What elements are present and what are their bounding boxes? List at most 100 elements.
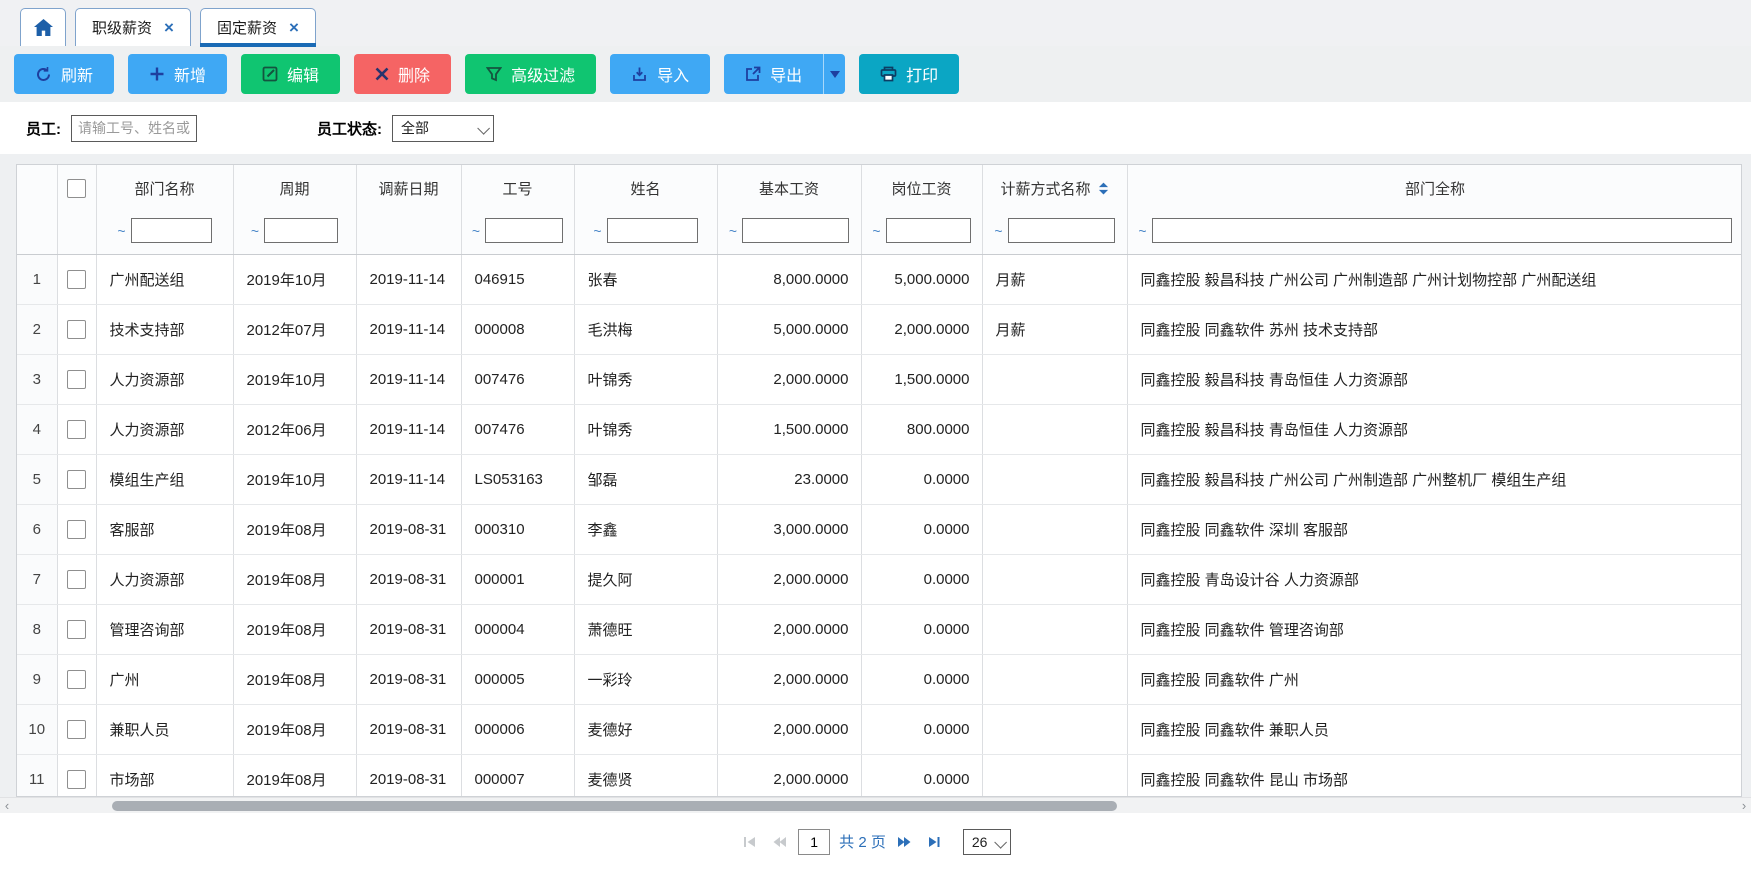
filter-input-name[interactable] — [607, 218, 698, 243]
filter-input-empno[interactable] — [485, 218, 563, 243]
import-button[interactable]: 导入 — [610, 54, 710, 94]
cell-post_salary: 2,000.0000 — [861, 305, 982, 355]
cell-dept: 兼职人员 — [96, 705, 233, 755]
cell-dept: 客服部 — [96, 505, 233, 555]
filter-input-dept[interactable] — [131, 218, 212, 243]
total-pages-label: 共 2 页 — [839, 831, 886, 852]
pagination: 共 2 页 26 — [0, 813, 1751, 870]
filter-input-post_salary[interactable] — [886, 218, 971, 243]
table-row[interactable]: 2技术支持部2012年07月2019-11-14000008毛洪梅5,000.0… — [17, 305, 1742, 355]
cell-empno: 000310 — [461, 505, 574, 555]
horizontal-scrollbar[interactable]: ‹ › — [0, 797, 1751, 813]
cell-empno: 000007 — [461, 755, 574, 798]
cell-pay_method: 月薪 — [982, 305, 1127, 355]
filter-input-dept_full[interactable] — [1152, 218, 1732, 243]
cell-base_salary: 2,000.0000 — [717, 555, 861, 605]
column-header-post_salary[interactable]: 岗位工资~ — [861, 165, 982, 255]
table-row[interactable]: 7人力资源部2019年08月2019-08-31000001提久阿2,000.0… — [17, 555, 1742, 605]
row-select-cell — [57, 255, 96, 305]
row-checkbox[interactable] — [67, 320, 86, 339]
scroll-right-arrow[interactable]: › — [1737, 798, 1751, 813]
edit-button[interactable]: 编辑 — [241, 54, 340, 94]
row-checkbox[interactable] — [67, 270, 86, 289]
column-header-dept[interactable]: 部门名称~ — [96, 165, 233, 255]
employee-search-input[interactable] — [71, 115, 197, 142]
filter-operator[interactable]: ~ — [729, 223, 737, 239]
last-page-button[interactable] — [924, 832, 944, 852]
close-icon[interactable]: × — [289, 19, 299, 36]
row-checkbox[interactable] — [67, 720, 86, 739]
next-page-button[interactable] — [895, 832, 915, 852]
row-checkbox[interactable] — [67, 420, 86, 439]
tab-home[interactable] — [20, 8, 66, 46]
cell-name: 李鑫 — [574, 505, 717, 555]
page-number-input[interactable] — [798, 829, 830, 855]
table-row[interactable]: 5模组生产组2019年10月2019-11-14LS053163邹磊23.000… — [17, 455, 1742, 505]
delete-button[interactable]: 删除 — [354, 54, 451, 94]
refresh-icon — [35, 66, 52, 83]
data-grid: 部门名称~周期~调薪日期工号~姓名~基本工资~岗位工资~计薪方式名称~部门全称~… — [16, 164, 1742, 797]
filter-input-pay_method[interactable] — [1008, 218, 1115, 243]
cell-name: 邹磊 — [574, 455, 717, 505]
select-all-checkbox[interactable] — [67, 179, 86, 198]
cell-dept_full: 同鑫控股 同鑫软件 苏州 技术支持部 — [1127, 305, 1742, 355]
table-row[interactable]: 1广州配送组2019年10月2019-11-14046915张春8,000.00… — [17, 255, 1742, 305]
row-checkbox[interactable] — [67, 520, 86, 539]
horizontal-scrollbar-thumb[interactable] — [112, 801, 1117, 811]
filter-operator[interactable]: ~ — [1138, 223, 1146, 239]
table-row[interactable]: 6客服部2019年08月2019-08-31000310李鑫3,000.0000… — [17, 505, 1742, 555]
scroll-left-arrow[interactable]: ‹ — [0, 798, 14, 813]
cell-dept: 广州 — [96, 655, 233, 705]
row-checkbox[interactable] — [67, 470, 86, 489]
column-header-dept_full[interactable]: 部门全称~ — [1127, 165, 1742, 255]
table-row[interactable]: 11市场部2019年08月2019-08-31000007麦德贤2,000.00… — [17, 755, 1742, 798]
tab-bar: 职级薪资 × 固定薪资 × — [0, 0, 1751, 46]
column-header-pay_method[interactable]: 计薪方式名称~ — [982, 165, 1127, 255]
column-header-base_salary[interactable]: 基本工资~ — [717, 165, 861, 255]
cell-period: 2019年08月 — [233, 555, 356, 605]
employee-status-value: 全部 — [401, 118, 429, 138]
refresh-button[interactable]: 刷新 — [14, 54, 114, 94]
filter-operator[interactable]: ~ — [472, 223, 480, 239]
cell-period: 2019年08月 — [233, 505, 356, 555]
filter-operator[interactable]: ~ — [593, 223, 601, 239]
column-header-name[interactable]: 姓名~ — [574, 165, 717, 255]
filter-operator[interactable]: ~ — [872, 223, 880, 239]
filter-input-period[interactable] — [264, 218, 338, 243]
row-checkbox[interactable] — [67, 570, 86, 589]
cell-dept_full: 同鑫控股 毅昌科技 青岛恒佳 人力资源部 — [1127, 405, 1742, 455]
filter-operator[interactable]: ~ — [994, 223, 1002, 239]
row-checkbox[interactable] — [67, 370, 86, 389]
export-button[interactable]: 导出 — [724, 54, 823, 94]
tab-zhiji-xinzi[interactable]: 职级薪资 × — [75, 8, 191, 46]
filter-operator[interactable]: ~ — [117, 223, 125, 239]
table-row[interactable]: 3人力资源部2019年10月2019-11-14007476叶锦秀2,000.0… — [17, 355, 1742, 405]
export-dropdown-button[interactable] — [823, 54, 845, 94]
row-checkbox[interactable] — [67, 770, 86, 789]
column-header-period[interactable]: 周期~ — [233, 165, 356, 255]
page-size-select[interactable]: 26 — [963, 829, 1011, 855]
sort-icon[interactable] — [1098, 182, 1109, 196]
close-icon[interactable]: × — [164, 19, 174, 36]
column-header-date[interactable]: 调薪日期 — [356, 165, 461, 255]
column-header-empno[interactable]: 工号~ — [461, 165, 574, 255]
row-number: 4 — [17, 405, 57, 455]
cell-dept_full: 同鑫控股 同鑫软件 广州 — [1127, 655, 1742, 705]
add-button[interactable]: 新增 — [128, 54, 227, 94]
row-checkbox[interactable] — [67, 670, 86, 689]
print-button[interactable]: 打印 — [859, 54, 959, 94]
tab-guding-xinzi[interactable]: 固定薪资 × — [200, 8, 316, 46]
filter-operator[interactable]: ~ — [251, 223, 259, 239]
advanced-filter-button[interactable]: 高级过滤 — [465, 54, 596, 94]
employee-status-select[interactable]: 全部 — [392, 115, 494, 142]
table-row[interactable]: 9广州2019年08月2019-08-31000005一彩玲2,000.0000… — [17, 655, 1742, 705]
cell-empno: 007476 — [461, 405, 574, 455]
cell-post_salary: 0.0000 — [861, 455, 982, 505]
row-checkbox[interactable] — [67, 620, 86, 639]
row-number: 11 — [17, 755, 57, 798]
table-row[interactable]: 4人力资源部2012年06月2019-11-14007476叶锦秀1,500.0… — [17, 405, 1742, 455]
table-row[interactable]: 8管理咨询部2019年08月2019-08-31000004萧德旺2,000.0… — [17, 605, 1742, 655]
filter-input-base_salary[interactable] — [742, 218, 849, 243]
cell-dept: 技术支持部 — [96, 305, 233, 355]
table-row[interactable]: 10兼职人员2019年08月2019-08-31000006麦德好2,000.0… — [17, 705, 1742, 755]
